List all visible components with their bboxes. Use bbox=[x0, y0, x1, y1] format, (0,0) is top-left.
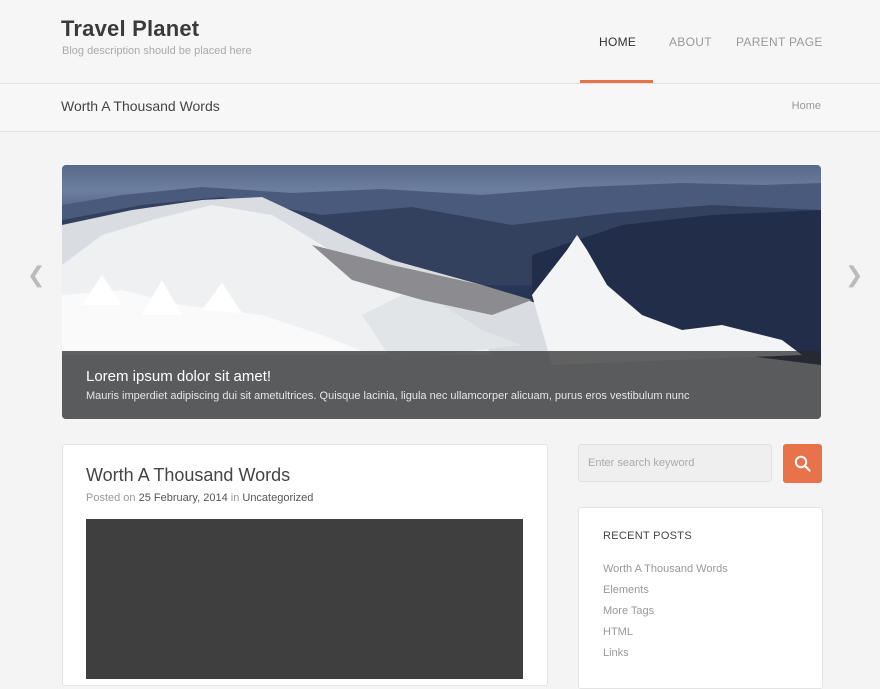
nav-about[interactable]: ABOUT bbox=[669, 35, 712, 49]
post-title[interactable]: Worth A Thousand Words bbox=[86, 465, 290, 486]
chevron-left-icon[interactable]: ❮ bbox=[27, 262, 45, 288]
post-meta: Posted on 25 February, 2014 in Uncategor… bbox=[86, 492, 313, 504]
site-title[interactable]: Travel Planet bbox=[61, 16, 199, 42]
recent-post-link[interactable]: Worth A Thousand Words bbox=[603, 562, 728, 583]
page-title: Worth A Thousand Words bbox=[61, 98, 220, 114]
recent-post-link[interactable]: HTML bbox=[603, 625, 728, 646]
search-button[interactable] bbox=[783, 444, 822, 483]
recent-posts-list: Worth A Thousand Words Elements More Tag… bbox=[603, 562, 728, 667]
nav-parent-page[interactable]: PARENT PAGE bbox=[736, 35, 823, 49]
post-date[interactable]: 25 February, 2014 bbox=[139, 492, 228, 504]
posted-on-label: Posted on bbox=[86, 492, 136, 504]
slide-caption-text: Mauris imperdiet adipiscing dui sit amet… bbox=[86, 390, 690, 402]
chevron-right-icon[interactable]: ❯ bbox=[845, 262, 863, 288]
site-header: Travel Planet Blog description should be… bbox=[0, 0, 880, 84]
slide-caption-title: Lorem ipsum dolor sit amet! bbox=[86, 368, 272, 385]
in-label: in bbox=[230, 492, 240, 504]
recent-posts-widget: RECENT POSTS Worth A Thousand Words Elem… bbox=[578, 507, 823, 689]
recent-post-link[interactable]: Links bbox=[603, 646, 728, 667]
recent-posts-title: RECENT POSTS bbox=[603, 530, 692, 542]
post-card: Worth A Thousand Words Posted on 25 Febr… bbox=[62, 444, 548, 686]
recent-post-link[interactable]: Elements bbox=[603, 583, 728, 604]
post-featured-media[interactable] bbox=[86, 519, 523, 679]
recent-post-link[interactable]: More Tags bbox=[603, 604, 728, 625]
image-slider[interactable]: Lorem ipsum dolor sit amet! Mauris imper… bbox=[62, 165, 821, 419]
page-title-bar: Worth A Thousand Words Home bbox=[0, 84, 880, 132]
post-category[interactable]: Uncategorized bbox=[242, 492, 313, 504]
nav-active-indicator bbox=[580, 80, 653, 83]
site-description: Blog description should be placed here bbox=[62, 45, 252, 57]
slide-caption: Lorem ipsum dolor sit amet! Mauris imper… bbox=[62, 351, 821, 419]
nav-home[interactable]: HOME bbox=[599, 35, 636, 49]
search-input[interactable] bbox=[578, 444, 772, 482]
breadcrumb-home[interactable]: Home bbox=[792, 100, 821, 112]
search-icon bbox=[794, 455, 811, 472]
